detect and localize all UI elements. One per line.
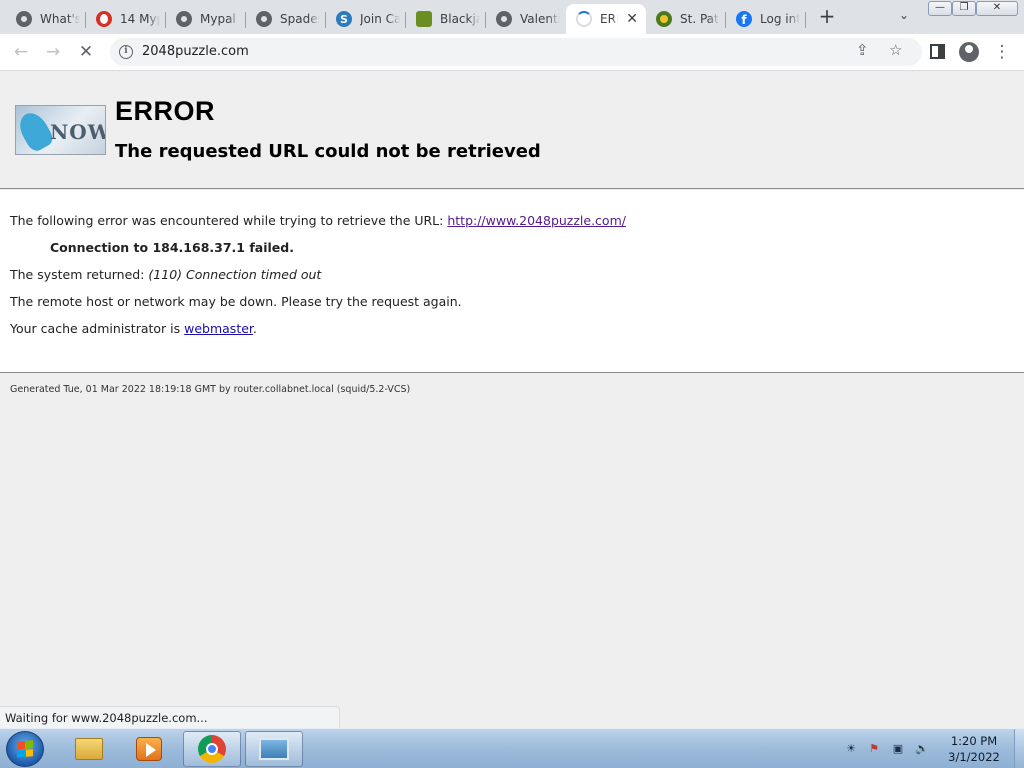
file-explorer-icon	[75, 738, 103, 760]
tab-strip: What's 14 Myp Mypal Spades S Join Ca Bla…	[0, 0, 1024, 34]
error-title: ERROR	[115, 96, 216, 126]
squid-logo: NOW	[15, 105, 106, 155]
tab-mypal[interactable]: Mypal	[166, 4, 246, 34]
tab-whats[interactable]: What's	[6, 4, 86, 34]
globe-icon	[496, 11, 512, 27]
network-icon[interactable]: ▣	[891, 742, 905, 756]
tab-label: 14 Myp	[120, 12, 160, 26]
webmaster-link[interactable]: webmaster	[184, 321, 253, 336]
profile-avatar-icon[interactable]	[959, 42, 979, 62]
chrome-icon	[198, 735, 226, 763]
status-bubble: Waiting for www.2048puzzle.com...	[0, 706, 340, 728]
volume-icon[interactable]: 🔈	[915, 742, 929, 756]
tab-blackja[interactable]: Blackja	[406, 4, 486, 34]
clock-date: 3/1/2022	[948, 750, 1000, 764]
cards-icon	[416, 11, 432, 27]
clock-time: 1:20 PM	[950, 734, 998, 748]
taskbar-photo-viewer[interactable]	[245, 731, 303, 767]
close-tab-icon[interactable]: ✕	[626, 11, 638, 27]
error-header: NOW ERROR The requested URL could not be…	[0, 72, 1024, 189]
windows-logo-icon	[17, 740, 33, 758]
minimize-window-button[interactable]: —	[928, 1, 952, 16]
tab-spades[interactable]: Spades	[246, 4, 326, 34]
cache-admin-prefix: Your cache administrator is	[10, 321, 185, 336]
action-center-flag-icon[interactable]: ⚑	[867, 742, 881, 756]
error-body: The following error was encountered whil…	[0, 190, 1024, 373]
remote-host-message: The remote host or network may be down. …	[10, 294, 462, 309]
tab-14myp[interactable]: 14 Myp	[86, 4, 166, 34]
taskbar-media-player[interactable]	[120, 731, 178, 767]
tab-label: Join Ca	[360, 12, 400, 26]
globe-icon	[16, 11, 32, 27]
tab-join-ca[interactable]: S Join Ca	[326, 4, 406, 34]
tray-weather-icon[interactable]: ☀	[844, 742, 858, 756]
system-returned-value: (110) Connection timed out	[148, 267, 322, 282]
system-returned-prefix: The system returned:	[10, 267, 149, 282]
show-desktop-button[interactable]	[1014, 729, 1024, 768]
share-icon[interactable]: ⇪	[856, 41, 869, 59]
tab-label: Valenti	[520, 12, 560, 26]
tab-label: Mypal	[200, 12, 236, 26]
logo-text: NOW	[50, 120, 106, 144]
stop-loading-icon[interactable]: ✕	[73, 40, 99, 64]
site-info-icon[interactable]: i	[119, 45, 133, 59]
tab-label: St. Patr	[680, 12, 720, 26]
error-url-line: The following error was encountered whil…	[10, 213, 626, 228]
media-player-icon	[136, 737, 162, 761]
browser-toolbar: ← → ✕ i 2048puzzle.com ⇪ ☆ ⋮	[0, 34, 1024, 71]
connection-failed-text: Connection to 184.168.37.1 failed.	[50, 240, 294, 255]
clover-icon	[656, 11, 672, 27]
start-button[interactable]	[6, 731, 44, 767]
cache-admin-line: Your cache administrator is webmaster.	[10, 321, 257, 336]
kebab-menu-icon[interactable]: ⋮	[989, 40, 1015, 64]
tab-log-int[interactable]: f Log int	[726, 4, 806, 34]
bookmark-star-icon[interactable]: ☆	[889, 41, 902, 59]
error-subtitle: The requested URL could not be retrieved	[115, 141, 541, 162]
page-content: NOW ERROR The requested URL could not be…	[0, 72, 1024, 728]
generated-footer: Generated Tue, 01 Mar 2022 18:19:18 GMT …	[10, 384, 411, 395]
taskbar-chrome[interactable]	[183, 731, 241, 767]
new-tab-button[interactable]: +	[815, 6, 839, 28]
back-arrow-icon[interactable]: ←	[8, 40, 34, 64]
windows-taskbar: ☀ ⚑ ▣ 🔈 1:20 PM 3/1/2022	[0, 728, 1024, 768]
close-window-button[interactable]: ✕	[976, 1, 1018, 16]
tab-separator	[805, 12, 806, 28]
system-returned-line: The system returned: (110) Connection ti…	[10, 267, 321, 282]
globe-icon	[256, 11, 272, 27]
restore-window-button[interactable]: ❐	[952, 1, 976, 16]
globe-icon	[176, 11, 192, 27]
tab-label: Log int	[760, 12, 800, 26]
tab-label: Blackja	[440, 12, 480, 26]
tab-err-active[interactable]: ERR ✕	[566, 4, 646, 34]
s-logo-icon: S	[336, 11, 352, 27]
tab-label: Spades	[280, 12, 320, 26]
error-url-link[interactable]: http://www.2048puzzle.com/	[447, 213, 626, 228]
red-circle-icon	[96, 11, 112, 27]
tab-st-patr[interactable]: St. Patr	[646, 4, 726, 34]
tab-search-chevron-icon[interactable]: ⌄	[894, 8, 914, 26]
error-url-prefix: The following error was encountered whil…	[10, 213, 448, 228]
tab-label: ERR	[600, 12, 618, 26]
taskbar-file-explorer[interactable]	[60, 731, 118, 767]
address-bar[interactable]: i 2048puzzle.com ⇪ ☆	[110, 38, 922, 66]
forward-arrow-icon[interactable]: →	[40, 40, 66, 64]
cache-admin-suffix: .	[252, 321, 257, 336]
side-panel-icon[interactable]	[930, 44, 945, 59]
tab-valenti[interactable]: Valenti	[486, 4, 566, 34]
facebook-icon: f	[736, 11, 752, 27]
photo-viewer-icon	[259, 738, 289, 760]
tab-label: What's	[40, 12, 80, 26]
loading-spinner-icon	[576, 11, 592, 27]
taskbar-clock[interactable]: 1:20 PM 3/1/2022	[936, 733, 1012, 765]
address-url[interactable]: 2048puzzle.com	[142, 44, 249, 59]
